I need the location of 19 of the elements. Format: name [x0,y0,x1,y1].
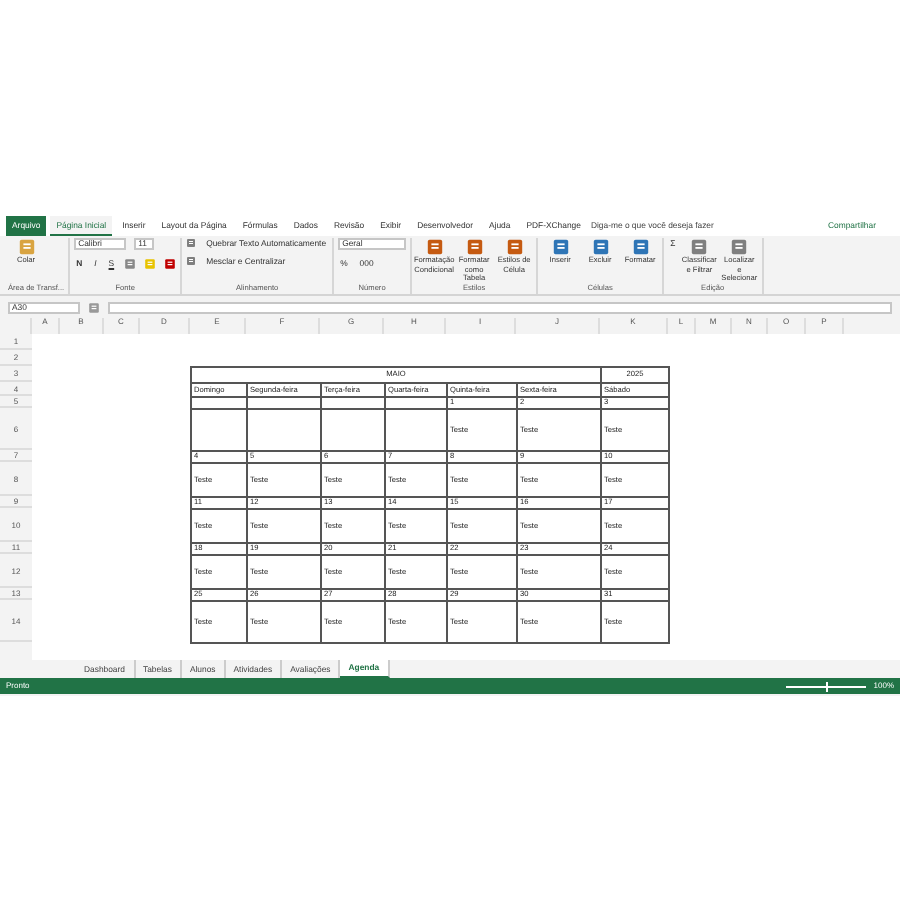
document-icon [505,238,524,256]
empty-cell [191,409,247,451]
empty-cell [247,409,321,451]
document-icon [551,238,570,256]
border-icon [124,258,137,270]
document-icon [17,238,35,256]
document-icon [631,238,650,256]
align-icon [186,256,197,266]
document-icon [425,238,444,256]
document-icon [465,238,484,256]
empty-cell [385,409,447,451]
font-color-icon [164,258,177,270]
empty-cell [321,409,385,451]
formula-field[interactable] [108,301,892,313]
document-icon [730,238,749,256]
fill-color-icon [144,258,157,270]
document-icon [591,238,610,256]
document-icon [690,238,709,256]
function-icon [88,301,100,313]
